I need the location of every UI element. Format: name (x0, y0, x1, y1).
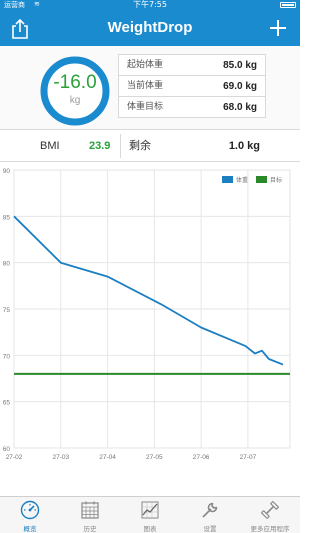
legend-label: 体重 (236, 176, 248, 184)
y-tick-label: 60 (3, 446, 11, 453)
stat-value: 69.0 kg (223, 81, 257, 92)
weight-chart[interactable]: 60 65 70 75 80 85 90 27-02 27-03 27-04 27-05 27-06 2… (0, 162, 300, 496)
tab-history[interactable]: 历史 (60, 497, 120, 533)
x-tick-label: 27-04 (99, 454, 116, 461)
nav-bar: WeightDrop (0, 10, 300, 46)
summary-panel: -16.0 kg 起始体重 85.0 kg 当前体重 69.0 kg 体重目标 … (0, 46, 300, 130)
y-tick-label: 85 (3, 214, 11, 221)
bmi-value: 23.9 (89, 140, 111, 152)
stat-value: 68.0 kg (223, 102, 257, 113)
stat-row-start-weight: 起始体重 85.0 kg (119, 55, 265, 76)
legend-swatch (256, 176, 267, 183)
x-tick-label: 27-03 (52, 454, 69, 461)
add-entry-button[interactable] (268, 18, 288, 38)
divider (120, 134, 121, 158)
y-tick-label: 65 (3, 400, 11, 407)
stat-row-target-weight: 体重目标 68.0 kg (119, 97, 265, 118)
gauge-icon (20, 500, 40, 520)
x-tick-label: 27-06 (193, 454, 210, 461)
stat-value: 85.0 kg (223, 60, 257, 71)
weight-change-value: -16.0 (53, 72, 97, 93)
stat-row-current-weight: 当前体重 69.0 kg (119, 76, 265, 97)
tab-label: 更多应用程序 (250, 525, 290, 533)
x-tick-label: 27-02 (6, 454, 23, 461)
remaining-label: 剩余 (129, 139, 151, 152)
dumbbell-icon (261, 501, 279, 519)
status-time: 下午7:55 (133, 0, 167, 9)
tab-charts[interactable]: 图表 (120, 497, 180, 533)
y-tick-label: 80 (3, 261, 11, 268)
tab-label: 概览 (23, 525, 37, 533)
tab-more-apps[interactable]: 更多应用程序 (240, 497, 300, 533)
status-bar: 运营商 ≋ 下午7:55 (0, 0, 300, 10)
battery-icon (280, 2, 296, 8)
tab-label: 设置 (203, 525, 217, 533)
tab-label: 图表 (143, 525, 157, 533)
x-tick-label: 27-05 (146, 454, 163, 461)
app-title: WeightDrop (107, 19, 193, 36)
legend-label: 目标 (270, 176, 282, 184)
tab-overview[interactable]: 概览 (0, 497, 60, 533)
line-chart-icon (141, 501, 159, 519)
stat-label: 体重目标 (127, 102, 164, 112)
y-tick-label: 70 (3, 353, 11, 360)
calendar-icon (81, 501, 99, 519)
wrench-icon (202, 502, 218, 518)
x-tick-label: 27-07 (240, 454, 257, 461)
weight-change-unit: kg (69, 95, 81, 106)
bmi-row: BMI 23.9 剩余 1.0 kg (0, 130, 300, 162)
remaining-value: 1.0 kg (228, 140, 260, 152)
stat-label: 当前体重 (127, 81, 164, 91)
legend-swatch (222, 176, 233, 183)
tab-bar: 概览 历史 图表 设置 更多应用程序 (0, 496, 300, 533)
stat-label: 起始体重 (127, 60, 164, 70)
y-tick-label: 90 (3, 168, 11, 175)
weight-stats-table: 起始体重 85.0 kg 当前体重 69.0 kg 体重目标 68.0 kg (118, 54, 266, 118)
plus-icon (270, 20, 286, 36)
y-tick-label: 75 (3, 307, 11, 314)
tab-label: 历史 (83, 525, 97, 533)
bmi-label: BMI (40, 140, 60, 152)
tab-settings[interactable]: 设置 (180, 497, 240, 533)
